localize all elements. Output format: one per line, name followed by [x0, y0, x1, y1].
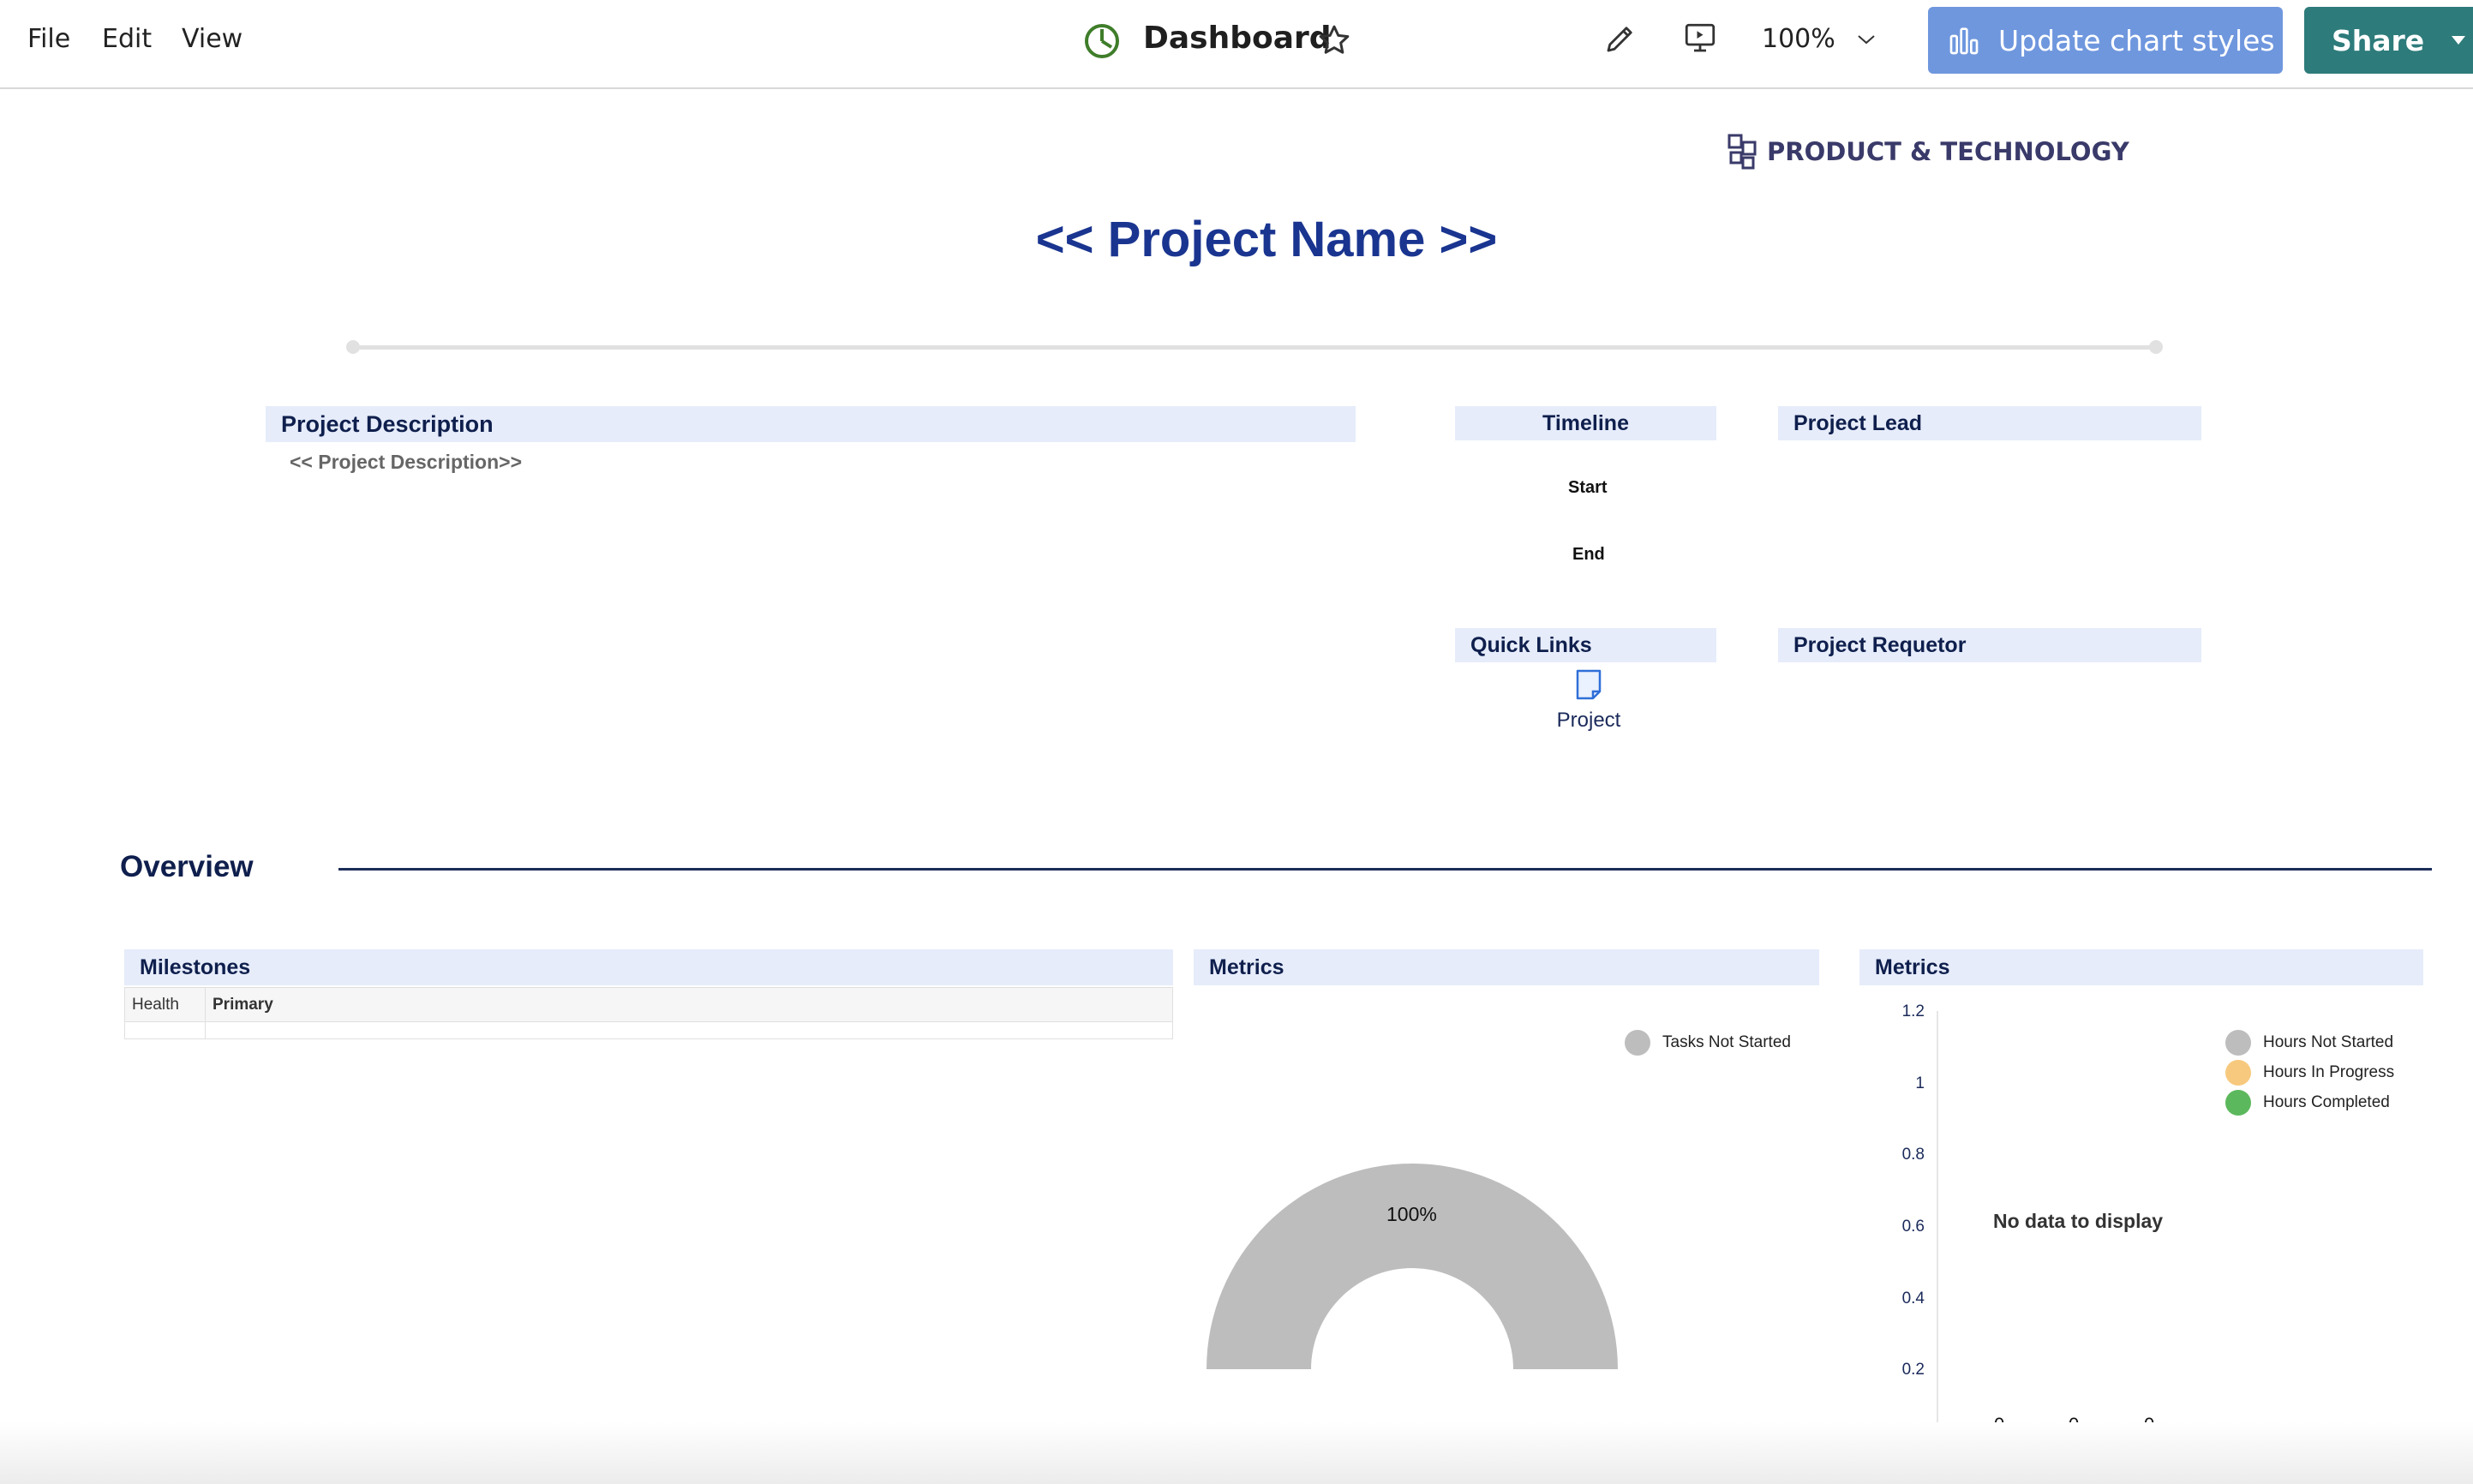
legend-label: Hours Completed [2263, 1093, 2390, 1111]
legend-label: Hours In Progress [2263, 1063, 2395, 1081]
legend-swatch [1625, 1030, 1650, 1056]
milestones-table: Health Primary [124, 987, 1173, 1039]
milestones-header-row: Health Primary [124, 987, 1173, 1022]
y-tick-label: 0.4 [1901, 1289, 1925, 1307]
zoom-value: 100% [1762, 24, 1835, 54]
project-requestor-title: Project Requetor [1793, 632, 1967, 657]
legend-item: Hours In Progress [2225, 1060, 2394, 1086]
project-lead-header: Project Lead [1778, 406, 2201, 440]
divider-handle-right [2149, 340, 2163, 354]
divider-handle-left [346, 340, 360, 354]
column-primary: Primary [205, 987, 1173, 1022]
dashboard-title: Dashboard [1143, 21, 1332, 56]
no-data-message: No data to display [1993, 1210, 2164, 1232]
timeline-end-label: End [1572, 545, 1605, 564]
quick-links-title: Quick Links [1470, 632, 1592, 657]
quick-link-project[interactable]: Project [1546, 668, 1632, 733]
timeline-title: Timeline [1542, 410, 1629, 435]
timeline-header: Timeline [1455, 406, 1716, 440]
brand-text: PRODUCT & TECHNOLOGY [1767, 137, 2129, 166]
menu-edit[interactable]: Edit [102, 24, 152, 54]
donut-slice-0 [1207, 1164, 1618, 1369]
project-description-header: Project Description [266, 406, 1356, 442]
milestones-title: Milestones [140, 954, 251, 979]
metrics-left-header: Metrics [1194, 949, 1819, 985]
present-icon[interactable] [1680, 19, 1721, 58]
y-axis-line [1937, 1011, 1938, 1443]
bottom-scroll-shadow [0, 1422, 2473, 1484]
donut-slice-label: 100% [1386, 1203, 1437, 1225]
quick-links-header: Quick Links [1455, 628, 1716, 662]
y-tick-label: 0.6 [1901, 1218, 1925, 1236]
zoom-select[interactable]: 100% [1762, 24, 1877, 54]
star-icon[interactable] [1316, 22, 1352, 58]
project-description-title: Project Description [281, 410, 494, 437]
project-name-title: << Project Name >> [1035, 212, 1498, 267]
project-description-text: << Project Description>> [290, 451, 523, 473]
project-requestor-header: Project Requetor [1778, 628, 2201, 662]
legend-label: Hours Not Started [2263, 1033, 2394, 1051]
table-cell [205, 1021, 1173, 1039]
title-divider [351, 345, 2158, 350]
chevron-down-icon [1858, 34, 1875, 44]
overview-divider [338, 868, 2432, 871]
metrics-right-title: Metrics [1875, 954, 1950, 979]
column-health: Health [124, 987, 206, 1022]
top-toolbar: File Edit View Dashboard 100% Update cha… [0, 0, 2473, 89]
legend-swatch [2225, 1090, 2251, 1116]
table-cell [124, 1021, 206, 1039]
table-row [124, 1021, 1173, 1039]
dashboard-icon [1083, 22, 1121, 60]
milestones-header: Milestones [124, 949, 1173, 985]
y-tick-label: 0.8 [1901, 1146, 1925, 1164]
bar-chart-icon [1949, 27, 1979, 55]
metrics-right-header: Metrics [1859, 949, 2423, 985]
caret-down-icon[interactable] [2450, 34, 2467, 46]
legend-label: Tasks Not Started [1662, 1033, 1791, 1051]
menu-view[interactable]: View [182, 24, 243, 54]
brand-logo: PRODUCT & TECHNOLOGY [1728, 134, 2129, 170]
legend-swatch [2225, 1030, 2251, 1056]
legend-item: Hours Not Started [2225, 1030, 2393, 1056]
quick-link-label: Project [1556, 709, 1621, 732]
share-button[interactable]: Share [2304, 7, 2473, 74]
menu-file[interactable]: File [27, 24, 70, 54]
tasks-donut-chart [1207, 1164, 1618, 1369]
y-tick-label: 1.2 [1901, 1002, 1925, 1020]
y-axis: 1.210.80.60.40.20 [1873, 1002, 1933, 1457]
update-chart-styles-button[interactable]: Update chart styles [1928, 7, 2283, 74]
brand-icon [1728, 134, 1757, 170]
project-lead-title: Project Lead [1793, 410, 1923, 435]
legend-item: Hours Completed [2225, 1090, 2390, 1116]
timeline-start-label: Start [1568, 478, 1608, 497]
metrics-left-title: Metrics [1209, 954, 1284, 979]
legend-swatch [2225, 1060, 2251, 1086]
legend-tasks-not-started: Tasks Not Started [1625, 1030, 1791, 1056]
share-label: Share [2332, 23, 2425, 57]
document-icon [1576, 669, 1602, 700]
y-tick-label: 1 [1915, 1074, 1925, 1092]
update-chart-styles-label: Update chart styles [1998, 23, 2275, 57]
y-tick-label: 0.2 [1901, 1361, 1925, 1379]
overview-title: Overview [120, 850, 254, 883]
pencil-icon[interactable] [1601, 19, 1640, 58]
